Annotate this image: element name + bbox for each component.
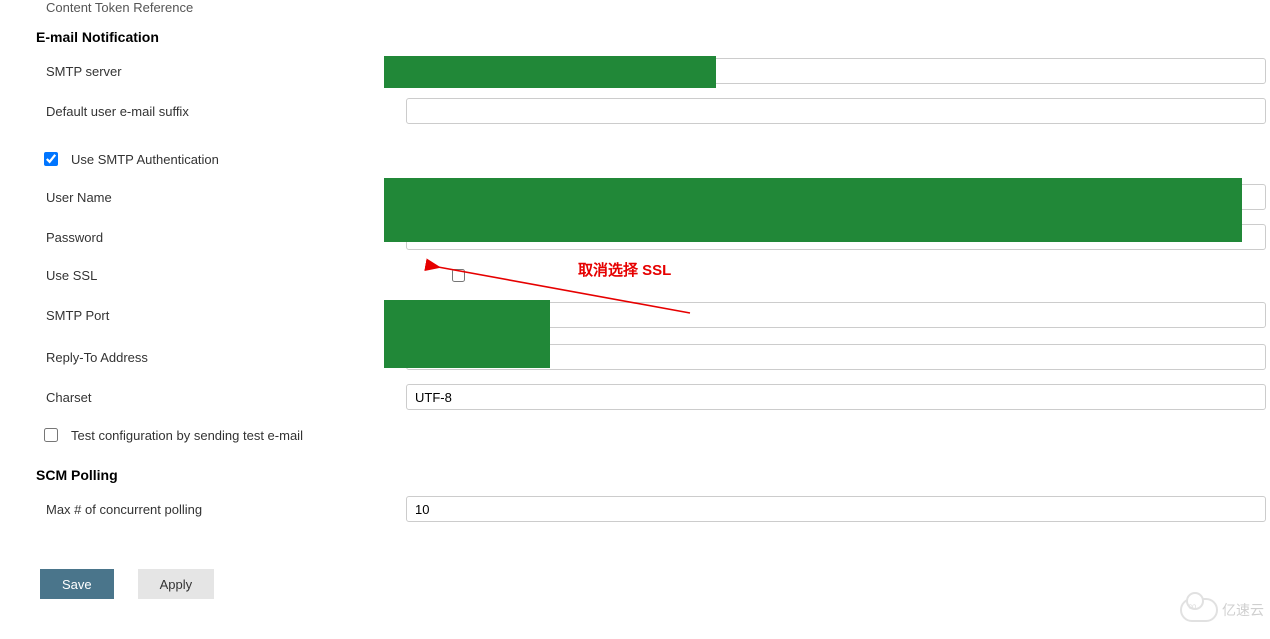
row-use-smtp-auth: Use SMTP Authentication <box>0 141 1270 177</box>
label-use-ssl: Use SSL <box>0 268 406 283</box>
row-use-ssl: Use SSL 取消选择 SSL <box>0 257 1270 293</box>
redaction-block <box>384 300 550 368</box>
form-buttons: Save Apply <box>40 569 1270 599</box>
section-email-notification: E-mail Notification <box>36 29 1270 45</box>
checkbox-use-ssl[interactable] <box>452 269 465 282</box>
checkbox-use-smtp-auth[interactable] <box>44 152 58 166</box>
watermark-text: 亿速云 <box>1222 600 1264 620</box>
redaction-block <box>384 178 1242 242</box>
row-password: Password <box>0 217 1270 257</box>
redaction-block <box>384 56 716 88</box>
apply-button[interactable]: Apply <box>138 569 215 599</box>
row-test-config: Test configuration by sending test e-mai… <box>0 417 1270 453</box>
row-smtp-server: SMTP server <box>0 51 1270 91</box>
label-default-suffix: Default user e-mail suffix <box>0 104 406 119</box>
section-scm-polling: SCM Polling <box>36 467 1270 483</box>
config-form: Content Token Reference E-mail Notificat… <box>0 0 1270 639</box>
label-password: Password <box>0 230 406 245</box>
label-reply-to: Reply-To Address <box>0 350 406 365</box>
previous-section-item: Content Token Reference <box>0 0 1270 15</box>
cloud-icon <box>1180 598 1218 622</box>
label-test-config: Test configuration by sending test e-mai… <box>71 428 303 443</box>
input-max-polling[interactable] <box>406 496 1266 522</box>
label-max-polling: Max # of concurrent polling <box>0 502 406 517</box>
label-smtp-port: SMTP Port <box>0 308 406 323</box>
watermark: 亿速云 <box>1180 598 1264 622</box>
label-smtp-server: SMTP server <box>0 64 406 79</box>
row-reply-to: Reply-To Address <box>0 337 1270 377</box>
row-default-suffix: Default user e-mail suffix <box>0 91 1270 131</box>
checkbox-test-config[interactable] <box>44 428 58 442</box>
label-charset: Charset <box>0 390 406 405</box>
row-charset: Charset <box>0 377 1270 417</box>
annotation-ssl-note: 取消选择 SSL <box>578 259 671 280</box>
input-charset[interactable] <box>406 384 1266 410</box>
row-max-polling: Max # of concurrent polling <box>0 489 1270 529</box>
input-default-suffix[interactable] <box>406 98 1266 124</box>
label-user-name: User Name <box>0 190 406 205</box>
save-button[interactable]: Save <box>40 569 114 599</box>
label-use-smtp-auth: Use SMTP Authentication <box>71 152 219 167</box>
row-smtp-port: SMTP Port <box>0 293 1270 337</box>
